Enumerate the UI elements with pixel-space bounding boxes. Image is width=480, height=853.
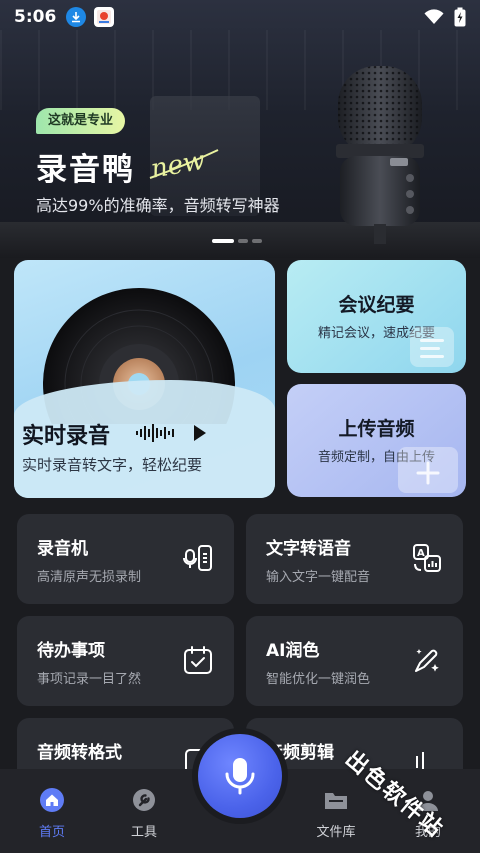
- battery-charging-icon: [454, 7, 466, 27]
- calendar-check-icon: [184, 646, 212, 674]
- nav-label: 文件库: [316, 825, 356, 840]
- nav-item-files[interactable]: 文件库: [296, 787, 376, 840]
- tool-title: 文字转语音: [266, 539, 351, 559]
- nav-label: 工具: [130, 825, 157, 840]
- banner-dot-active: [212, 239, 234, 243]
- nav-item-tools[interactable]: 工具: [104, 787, 184, 840]
- nav-item-home[interactable]: 首页: [12, 787, 92, 840]
- meeting-minutes-card[interactable]: 会议纪要 精记会议，速成纪要: [287, 260, 466, 373]
- play-icon: [194, 425, 206, 441]
- magic-pen-icon: [415, 649, 439, 672]
- tool-title: 待办事项: [37, 641, 105, 661]
- meeting-minutes-title: 会议纪要: [338, 294, 415, 316]
- folder-icon: [325, 793, 347, 809]
- upload-audio-card[interactable]: 上传音频 音频定制，自由上传: [287, 384, 466, 497]
- banner-title: 录音鸭: [36, 152, 135, 188]
- banner-dot: [252, 239, 262, 243]
- microphone-illustration: [330, 58, 430, 252]
- banner-subtitle: 高达99%的准确率，音频转写神器: [36, 196, 280, 215]
- text-to-speech-icon: A: [413, 544, 441, 572]
- tool-ai-polish[interactable]: AI润色 智能优化一键润色: [246, 616, 463, 706]
- status-bar: 5:06: [0, 0, 480, 34]
- banner-dot: [238, 239, 248, 243]
- realtime-recording-title: 实时录音: [22, 424, 111, 449]
- upload-plus-icon: [398, 447, 458, 493]
- upload-audio-title: 上传音频: [338, 418, 415, 440]
- hero-banner[interactable]: 这就是专业 录音鸭 new 高达99%的准确率，音频转写神器: [0, 0, 480, 258]
- wrench-icon: [133, 789, 155, 811]
- svg-text:A: A: [417, 548, 425, 559]
- microphone-icon: [225, 758, 255, 795]
- download-icon: [66, 7, 87, 27]
- banner-tag: 这就是专业: [36, 108, 126, 134]
- tool-subtitle: 事项记录一目了然: [37, 672, 142, 687]
- app-notification-icon: [94, 7, 115, 27]
- realtime-recording-subtitle: 实时录音转文字，轻松纪要: [22, 456, 203, 474]
- document-icon: [410, 327, 454, 367]
- tool-todo[interactable]: 待办事项 事项记录一目了然: [17, 616, 234, 706]
- wifi-icon: [424, 9, 444, 24]
- recorder-icon: [183, 545, 212, 571]
- nav-label: 首页: [38, 825, 65, 840]
- svg-text:new: new: [149, 146, 208, 184]
- tool-title: 录音机: [37, 539, 88, 559]
- banner-pagination: [212, 239, 262, 243]
- tool-text-to-speech[interactable]: 文字转语音 输入文字一键配音 A: [246, 514, 463, 604]
- status-time: 5:06: [14, 7, 57, 27]
- banner-new-script: new: [149, 146, 219, 184]
- tool-subtitle: 高清原声无损录制: [37, 570, 142, 585]
- tool-title: 音频转格式: [37, 743, 122, 763]
- tool-recorder[interactable]: 录音机 高清原声无损录制: [17, 514, 234, 604]
- tool-title: AI润色: [266, 641, 320, 661]
- record-button[interactable]: [198, 734, 282, 818]
- home-icon: [40, 788, 64, 812]
- tool-subtitle: 输入文字一键配音: [266, 570, 371, 585]
- tool-subtitle: 智能优化一键润色: [266, 672, 371, 687]
- sound-wave-icon: [136, 424, 206, 442]
